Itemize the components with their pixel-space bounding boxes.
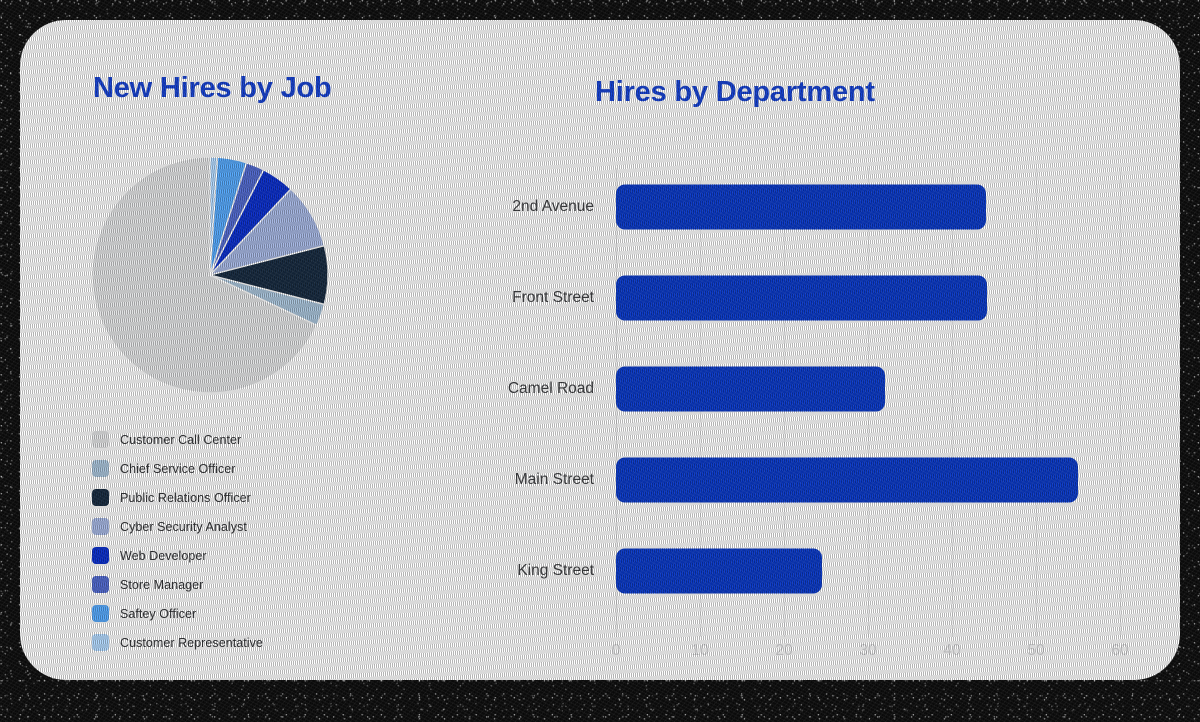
pie-slice-group <box>91 156 329 394</box>
x-tick-label: 20 <box>775 642 793 659</box>
legend-color-swatch <box>92 547 109 564</box>
legend-color-swatch <box>92 460 109 477</box>
legend-item[interactable]: Customer Call Center <box>92 425 432 454</box>
legend-color-swatch <box>92 605 109 622</box>
bar[interactable] <box>616 275 988 321</box>
x-tick-mark <box>1036 628 1037 637</box>
x-tick-mark <box>784 628 785 637</box>
x-tick-mark <box>700 628 701 637</box>
category-label: 2nd Avenue <box>512 198 594 215</box>
legend-item-label: Saftey Officer <box>120 606 197 621</box>
legend-color-swatch <box>92 518 109 535</box>
bar-panel: Hires by Department 0 10 20 30 40 50 60 2nd Ave… <box>460 76 1160 670</box>
bar[interactable] <box>616 366 885 412</box>
legend-item[interactable]: Saftey Officer <box>92 599 432 628</box>
x-gridline <box>1036 168 1037 628</box>
x-tick-mark <box>616 628 617 637</box>
x-tick-label: 60 <box>1111 642 1129 659</box>
legend-item-label: Chief Service Officer <box>120 461 236 476</box>
category-label: King Street <box>517 562 594 579</box>
bar[interactable] <box>616 184 986 230</box>
legend-item[interactable]: Cyber Security Analyst <box>92 512 432 541</box>
legend-item-label: Web Developer <box>120 548 207 563</box>
x-tick-label: 40 <box>943 642 961 659</box>
category-label: Camel Road <box>507 380 594 397</box>
x-tick-label: 10 <box>691 642 709 659</box>
pie-chart-svg <box>91 156 329 394</box>
category-label: Main Street <box>514 471 594 488</box>
legend-color-swatch <box>92 634 109 651</box>
legend-color-swatch <box>92 489 109 506</box>
bar-chart: 0 10 20 30 40 50 60 2nd Avenue Front Street Camel… <box>460 150 1160 670</box>
bar[interactable] <box>616 457 1078 503</box>
bar-chart-title: Hires by Department <box>595 76 875 108</box>
legend-color-swatch <box>92 431 109 448</box>
pie-chart-title: New Hires by Job <box>93 72 332 104</box>
x-gridline <box>952 168 953 628</box>
legend-item-label: Customer Call Center <box>120 432 242 447</box>
x-tick-label: 0 <box>611 642 621 659</box>
legend-item-label: Public Relations Officer <box>120 490 251 505</box>
legend-item-label: Customer Representative <box>120 635 263 650</box>
legend-item-label: Store Manager <box>120 577 204 592</box>
bar[interactable] <box>616 548 822 594</box>
x-tick-label: 50 <box>1027 642 1045 659</box>
x-tick-mark <box>1120 628 1121 637</box>
pie-chart <box>90 155 330 395</box>
legend-item[interactable]: Customer Representative <box>92 628 432 657</box>
category-label: Front Street <box>512 289 594 306</box>
x-tick-label: 30 <box>859 642 877 659</box>
x-tick-mark <box>868 628 869 637</box>
pie-legend: Customer Call Center Chief Service Office… <box>92 425 432 657</box>
page-backdrop: New Hires by Job Customer Call Center Chi… <box>0 0 1200 722</box>
legend-color-swatch <box>92 576 109 593</box>
dashboard-card: New Hires by Job Customer Call Center Chi… <box>20 20 1180 680</box>
x-tick-mark <box>952 628 953 637</box>
x-gridline <box>1120 168 1121 628</box>
legend-item-label: Cyber Security Analyst <box>120 519 247 534</box>
